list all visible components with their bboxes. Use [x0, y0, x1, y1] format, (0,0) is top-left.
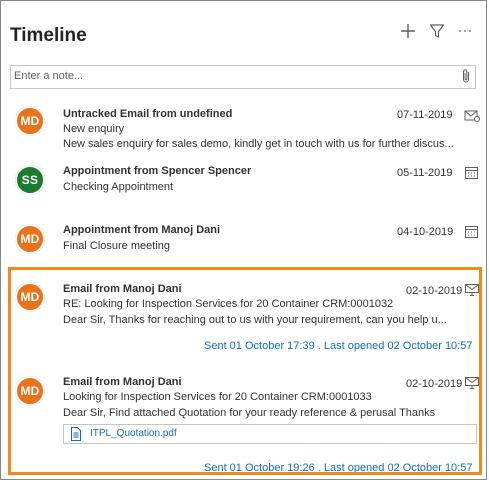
timeline-panel: Timeline Enter a note... MD Untracked Em… [0, 0, 487, 480]
avatar-ring [15, 165, 45, 195]
item-subject: RE: Looking for Inspection Services for … [63, 298, 394, 310]
email-icon [464, 109, 480, 123]
item-title: Untracked Email from undefined [63, 108, 233, 120]
item-title: Email from Manoj Dani [63, 283, 182, 295]
item-subject: Looking for Inspection Services for 20 C… [63, 391, 372, 403]
attachment[interactable]: ITPL_Quotation.pdf [63, 424, 477, 444]
avatar: MD [15, 224, 45, 254]
item-preview: Dear Sir, Find attached Quotation for yo… [63, 407, 436, 419]
avatar-ring [15, 224, 45, 254]
page-title: Timeline [10, 25, 87, 46]
item-preview: Dear Sir, Thanks for reaching out to us … [63, 314, 447, 326]
avatar: MD [15, 282, 45, 312]
document-icon [70, 427, 82, 441]
add-icon[interactable] [397, 20, 419, 42]
note-input[interactable]: Enter a note... [10, 65, 476, 89]
item-date: 02-10-2019 [406, 378, 463, 390]
item-date: 04-10-2019 [397, 226, 454, 238]
item-date: 07-11-2019 [397, 109, 453, 121]
avatar-ring [15, 376, 45, 406]
email-status: Sent 01 October 17:39 . Last opened 02 O… [204, 340, 473, 352]
item-date: 02-10-2019 [406, 285, 463, 297]
avatar: MD [15, 376, 45, 406]
email-open-icon [464, 376, 480, 390]
item-subject: Checking Appointment [63, 181, 174, 193]
item-subject: New enquiry [63, 123, 125, 135]
timeline-item[interactable]: MD Email from Manoj Dani 02-10-2019 Look… [1, 374, 488, 474]
calendar-icon [464, 225, 480, 239]
timeline-item[interactable]: MD Email from Manoj Dani 02-10-2019 RE: … [1, 280, 488, 360]
note-placeholder: Enter a note... [14, 70, 84, 82]
timeline-item[interactable]: SS Appointment from Spencer Spencer 05-1… [1, 163, 488, 203]
item-subject: Final Closure meeting [63, 240, 170, 252]
calendar-icon [464, 166, 480, 180]
avatar: SS [15, 165, 45, 195]
item-title: Appointment from Spencer Spencer [63, 165, 252, 177]
more-options-icon[interactable] [454, 20, 476, 42]
email-status: Sent 01 October 19:26 . Last opened 02 O… [204, 462, 473, 474]
avatar-ring [15, 106, 45, 136]
item-preview: New sales enquiry for sales demo, kindly… [63, 138, 454, 150]
email-open-icon [464, 283, 480, 297]
avatar: MD [15, 106, 45, 136]
timeline-header: Timeline [1, 1, 486, 61]
item-title: Appointment from Manoj Dani [63, 224, 221, 236]
avatar-ring [15, 282, 45, 312]
attachment-name[interactable]: ITPL_Quotation.pdf [90, 428, 177, 439]
item-date: 05-11-2019 [397, 167, 453, 179]
attach-icon[interactable] [461, 68, 471, 89]
timeline-item[interactable]: MD Appointment from Manoj Dani 04-10-201… [1, 222, 488, 262]
timeline-item[interactable]: MD Untracked Email from undefined 07-11-… [1, 104, 488, 154]
filter-icon[interactable] [426, 20, 448, 42]
item-title: Email from Manoj Dani [63, 376, 182, 388]
